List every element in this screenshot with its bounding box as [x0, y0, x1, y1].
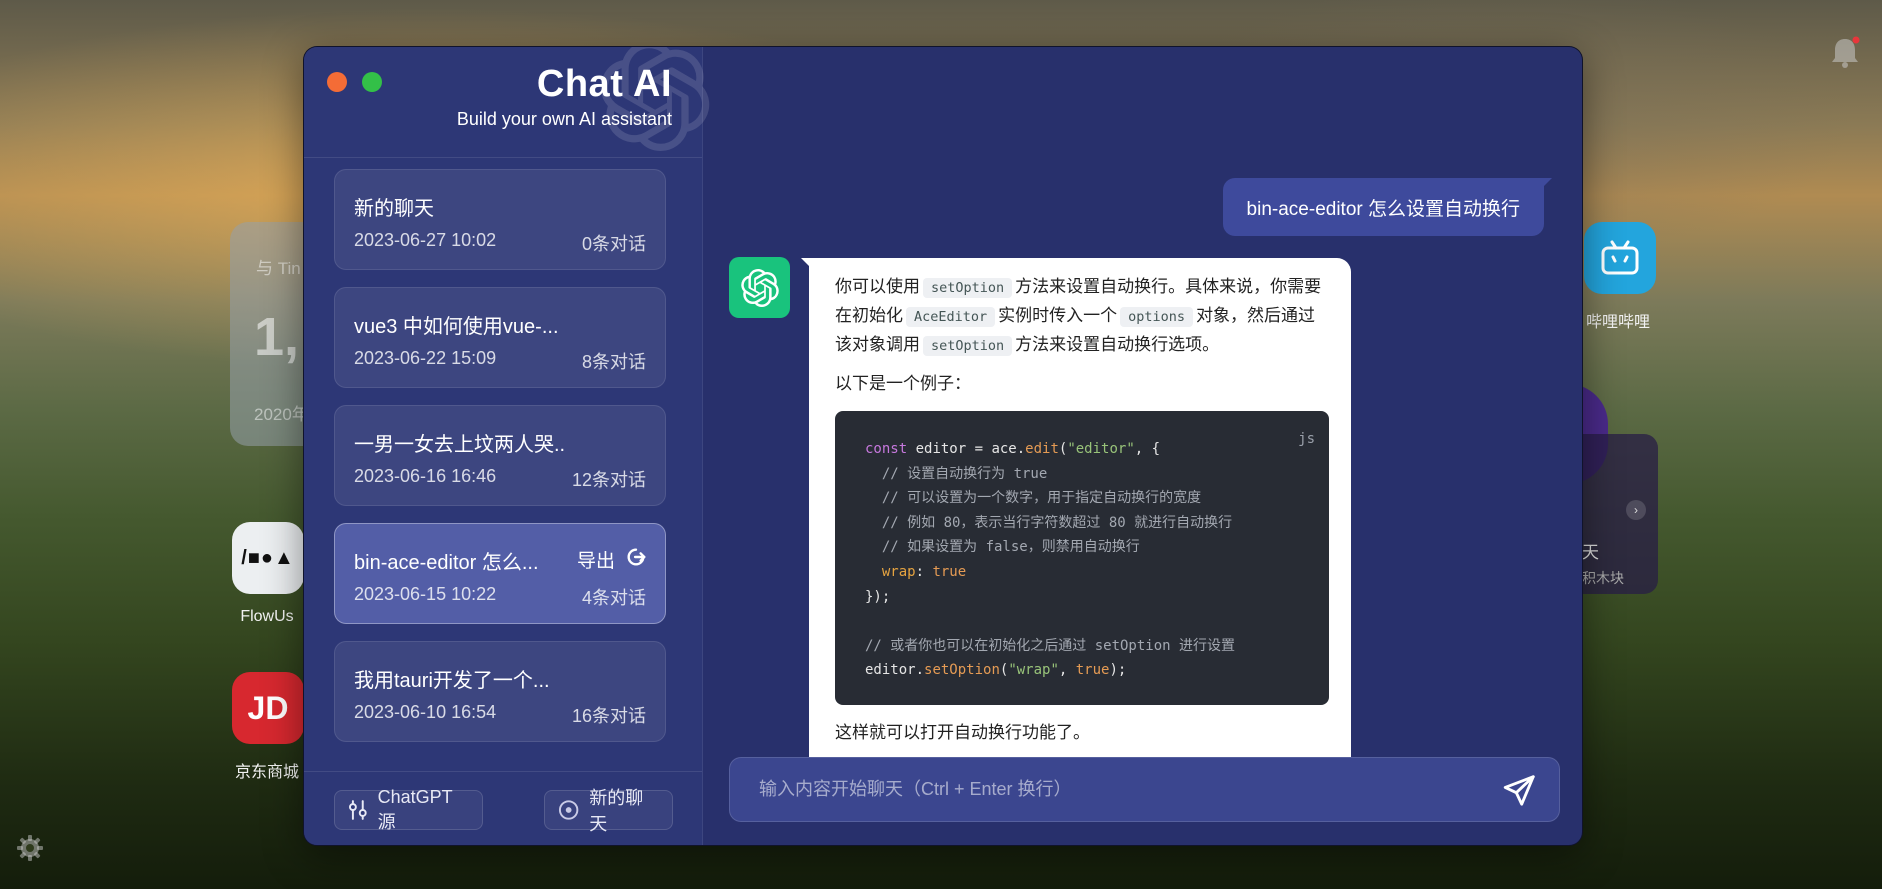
conversation-item[interactable]: vue3 中如何使用vue-... 2023-06-22 15:09 8条对话: [334, 287, 666, 388]
assistant-paragraph: 这样就可以打开自动换行功能了。: [835, 723, 1090, 742]
jd-app-icon[interactable]: JD: [232, 672, 304, 744]
app-subtitle: Build your own AI assistant: [456, 109, 672, 129]
conversation-item[interactable]: 一男一女去上坟两人哭... 2023-06-16 16:46 12条对话: [334, 405, 666, 506]
sliders-icon: [348, 800, 367, 820]
chatgpt-source-label: ChatGPT源: [377, 786, 453, 832]
conversation-title: 新的聊天: [354, 198, 434, 220]
bilibili-app-icon[interactable]: [1584, 222, 1656, 294]
code-block: js const editor = ace.edit("editor", { //…: [835, 411, 1329, 705]
conversation-count: 0条对话: [581, 234, 646, 254]
divider: [304, 771, 702, 772]
desktop-widget-right[interactable]: › 天 积木块: [1572, 434, 1658, 594]
openai-logo-icon: [740, 268, 779, 307]
user-message-bubble: bin-ace-editor 怎么设置自动换行: [1222, 178, 1553, 236]
export-icon[interactable]: [625, 546, 647, 568]
app-title: Chat AI: [536, 63, 672, 105]
tv-icon: [1601, 240, 1639, 275]
chat-input[interactable]: [730, 758, 1490, 821]
plus-circle-icon: [558, 800, 579, 820]
conversation-title: 一男一女去上坟两人哭...: [354, 434, 566, 456]
conversation-date: 2023-06-22 15:09: [354, 348, 497, 368]
conversation-item[interactable]: 我用tauri开发了一个... 2023-06-10 16:54 16条对话: [334, 641, 666, 742]
assistant-avatar: [729, 257, 790, 318]
code-language-label: js: [1298, 431, 1315, 447]
conversation-item-active[interactable]: bin-ace-editor 怎么... 导出 2023-06-15 10:22…: [334, 523, 666, 624]
conversation-title: 我用tauri开发了一个...: [354, 670, 550, 692]
chatgpt-source-button[interactable]: ChatGPT源: [334, 787, 483, 832]
conversation-date: 2023-06-15 10:22: [354, 584, 497, 604]
assistant-message-bubble: 你可以使用 setOption 方法来设置自动换行。具体来说，你需要在初始化 AceE…: [809, 258, 1351, 758]
assistant-paragraph: 以下是一个例子：: [835, 374, 971, 393]
new-chat-button[interactable]: 新的聊天: [544, 788, 673, 834]
chat-input-bar: [729, 757, 1560, 822]
conversation-date: 2023-06-27 10:02: [354, 230, 497, 250]
chat-ai-window: Chat AI Build your own AI assistant 新的聊天…: [303, 46, 1583, 846]
chevron-right-icon[interactable]: ›: [1626, 500, 1646, 520]
conversation-count: 4条对话: [581, 588, 646, 608]
bell-icon[interactable]: [1830, 36, 1860, 75]
conversation-title: vue3 中如何使用vue-...: [354, 316, 559, 338]
assistant-paragraph: 你可以使用 setOption 方法来设置自动换行。具体来说，你需要在初始化 AceE…: [835, 277, 1322, 356]
inline-code: options: [1120, 307, 1194, 327]
widget-number: 1,: [254, 307, 300, 367]
divider: [304, 157, 702, 158]
sidebar: Chat AI Build your own AI assistant 新的聊天…: [304, 47, 710, 845]
window-controls: [327, 72, 382, 92]
inline-code: setOption: [923, 278, 1013, 298]
widget-footer: 2020年: [254, 405, 309, 424]
conversation-date: 2023-06-10 16:54: [354, 702, 497, 722]
flowus-app-icon[interactable]: /■●▲: [232, 522, 304, 594]
maximize-window-button[interactable]: [362, 72, 382, 92]
send-icon[interactable]: [1501, 773, 1537, 809]
conversation-count: 8条对话: [581, 352, 646, 372]
widget-right-title: 天: [1582, 543, 1599, 562]
new-chat-label: 新的聊天: [589, 788, 644, 834]
widget-right-subtitle: 积木块: [1582, 570, 1624, 586]
user-message-text: bin-ace-editor 怎么设置自动换行: [1246, 198, 1520, 220]
widget-label: 与 Tin: [256, 259, 301, 278]
conversation-title: bin-ace-editor 怎么...: [354, 552, 539, 574]
conversation-count: 16条对话: [571, 706, 646, 726]
inline-code: AceEditor: [906, 307, 996, 327]
conversation-list: 新的聊天 2023-06-27 10:02 0条对话 vue3 中如何使用vue…: [334, 169, 666, 759]
chat-area: bin-ace-editor 怎么设置自动换行 你可以使用 setOption 方法…: [703, 47, 1582, 845]
inline-code: setOption: [923, 336, 1013, 356]
gear-icon[interactable]: [16, 834, 44, 867]
export-button[interactable]: 导出: [577, 546, 615, 573]
close-window-button[interactable]: [327, 72, 347, 92]
conversation-count: 12条对话: [571, 470, 646, 490]
conversation-item[interactable]: 新的聊天 2023-06-27 10:02 0条对话: [334, 169, 666, 270]
conversation-date: 2023-06-16 16:46: [354, 466, 497, 486]
